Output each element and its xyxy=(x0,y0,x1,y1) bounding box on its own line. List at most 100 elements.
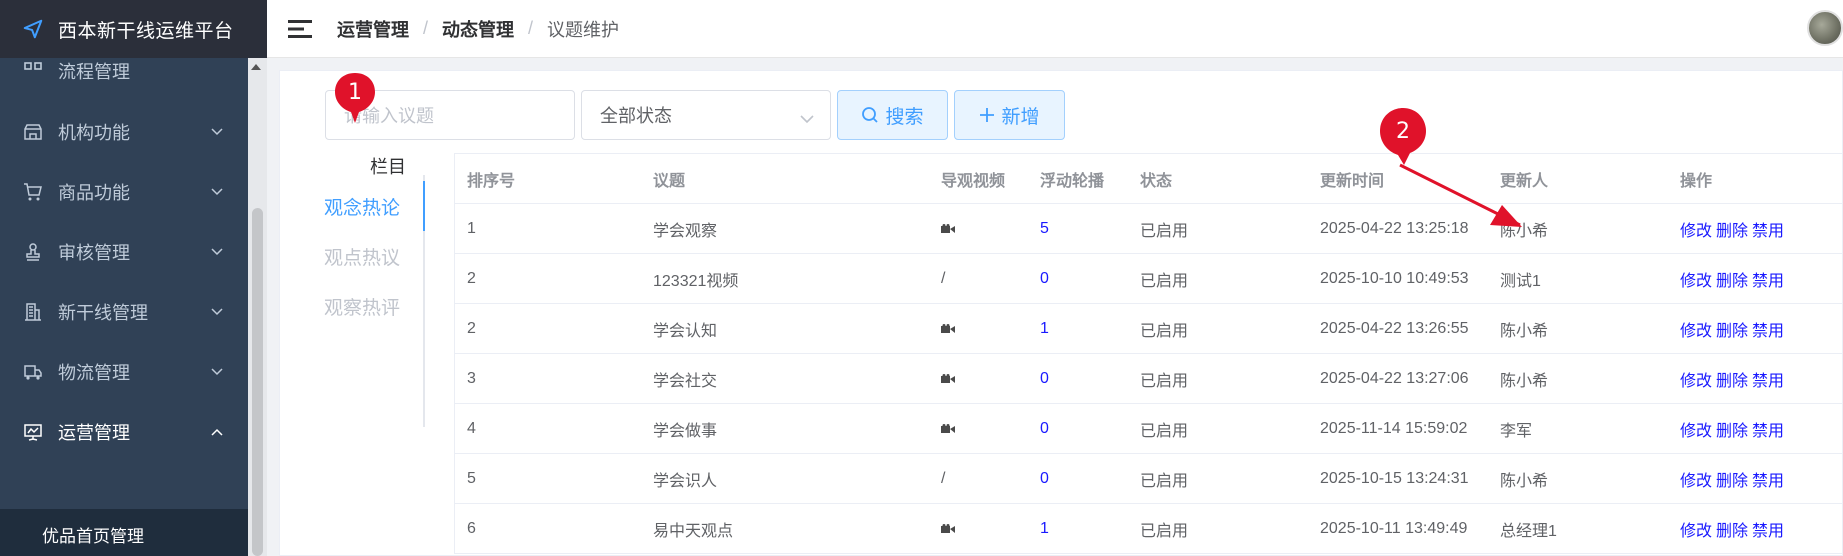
search-button-label: 搜索 xyxy=(885,106,924,128)
sidebar-subitem-label: 优品首页管理 xyxy=(42,526,144,546)
cell-carousel-count[interactable]: 5 xyxy=(1040,204,1049,253)
delete-link[interactable]: 删除 xyxy=(1716,367,1748,391)
column-tab-1[interactable]: 观念热论 xyxy=(280,181,425,231)
hamburger-menu-icon[interactable] xyxy=(287,18,313,40)
cell-order: 1 xyxy=(467,219,476,237)
delete-link[interactable]: 删除 xyxy=(1716,317,1748,341)
cell-status: 已启用 xyxy=(1140,522,1189,540)
sidebar-item-operation[interactable]: 运营管理 xyxy=(0,397,248,467)
video-empty: / xyxy=(941,469,946,487)
cell-video: / xyxy=(941,454,945,503)
cell-topic: 学会做事 xyxy=(653,422,718,440)
truck-icon xyxy=(22,361,44,383)
cell-actions: 修改 删除 禁用 xyxy=(1680,404,1788,453)
delete-link[interactable]: 删除 xyxy=(1716,517,1748,541)
edit-link[interactable]: 修改 xyxy=(1680,317,1712,341)
search-button[interactable]: 搜索 xyxy=(837,90,948,140)
cell-actions: 修改 删除 禁用 xyxy=(1680,504,1788,553)
table-row: 4 学会做事 0 已启用 2025-11-14 15:59:02 李军 修改 删除 禁用 xyxy=(454,404,1843,454)
cell-status: 已启用 xyxy=(1140,372,1189,390)
presentation-icon xyxy=(22,421,44,443)
cell-update-time: 2025-10-11 13:49:49 xyxy=(1320,519,1468,537)
edit-link[interactable]: 修改 xyxy=(1680,417,1712,441)
cell-update-time: 2025-11-14 15:59:02 xyxy=(1320,419,1468,437)
cell-topic: 易中天观点 xyxy=(653,522,734,540)
disable-link[interactable]: 禁用 xyxy=(1752,267,1784,291)
top-header: 运营管理 / 动态管理 / 议题维护 xyxy=(267,0,1843,58)
add-button-label: 新增 xyxy=(1001,106,1040,128)
cell-actions: 修改 删除 禁用 xyxy=(1680,354,1788,403)
status-select[interactable]: 全部状态 xyxy=(581,90,831,140)
chevron-down-icon xyxy=(210,305,224,319)
disable-link[interactable]: 禁用 xyxy=(1752,467,1784,491)
annotation-marker-2: 2 xyxy=(1396,118,1410,144)
cell-status: 已启用 xyxy=(1140,322,1189,340)
column-tab-2[interactable]: 观点热议 xyxy=(280,231,425,281)
edit-link[interactable]: 修改 xyxy=(1680,467,1712,491)
disable-link[interactable]: 禁用 xyxy=(1752,317,1784,341)
cell-carousel-count[interactable]: 0 xyxy=(1040,404,1049,453)
chevron-down-icon xyxy=(210,245,224,259)
cell-carousel-count[interactable]: 0 xyxy=(1040,254,1049,303)
chevron-down-icon xyxy=(210,125,224,139)
column-tab-3[interactable]: 观察热评 xyxy=(280,281,425,331)
disable-link[interactable]: 禁用 xyxy=(1752,367,1784,391)
cell-video xyxy=(941,404,955,453)
add-button[interactable]: 新增 xyxy=(954,90,1065,140)
delete-link[interactable]: 删除 xyxy=(1716,467,1748,491)
building-icon xyxy=(22,301,44,323)
cell-topic: 学会观察 xyxy=(653,222,718,240)
disable-link[interactable]: 禁用 xyxy=(1752,517,1784,541)
cell-actions: 修改 删除 禁用 xyxy=(1680,304,1788,353)
breadcrumb-item[interactable]: 动态管理 xyxy=(442,16,514,42)
status-select-value: 全部状态 xyxy=(600,106,672,126)
breadcrumb-item[interactable]: 运营管理 xyxy=(337,16,409,42)
cell-video xyxy=(941,304,955,353)
cell-carousel-count[interactable]: 0 xyxy=(1040,354,1049,403)
cart-icon xyxy=(22,181,44,203)
edit-link[interactable]: 修改 xyxy=(1680,517,1712,541)
video-camera-icon[interactable] xyxy=(941,223,955,234)
cell-carousel-count[interactable]: 0 xyxy=(1040,454,1049,503)
cell-update-time: 2025-04-22 13:27:06 xyxy=(1320,369,1469,387)
column-nav: 观念热论 观点热议 观察热评 xyxy=(280,175,425,427)
video-camera-icon[interactable] xyxy=(941,523,955,534)
sidebar-subitem-homepage[interactable]: 优品首页管理 xyxy=(0,509,248,556)
table-row: 3 学会社交 0 已启用 2025-04-22 13:27:06 陈小希 修改 删除 禁用 xyxy=(454,354,1843,404)
scrollbar-thumb[interactable] xyxy=(252,208,263,556)
cell-updater: 总经理1 xyxy=(1500,522,1557,540)
breadcrumb: 运营管理 / 动态管理 / 议题维护 xyxy=(337,16,619,42)
annotation-marker-1: 1 xyxy=(332,71,378,123)
cell-updater: 陈小希 xyxy=(1500,322,1549,340)
disable-link[interactable]: 禁用 xyxy=(1752,417,1784,441)
delete-link[interactable]: 删除 xyxy=(1716,417,1748,441)
video-camera-icon[interactable] xyxy=(941,373,955,384)
cell-update-time: 2025-04-22 13:26:55 xyxy=(1320,319,1469,337)
cell-status: 已启用 xyxy=(1140,272,1189,290)
video-camera-icon[interactable] xyxy=(941,323,955,334)
chevron-up-icon xyxy=(210,425,224,439)
scroll-up-arrow-icon[interactable] xyxy=(251,64,261,70)
search-icon xyxy=(861,106,879,124)
sidebar-item-label: 流程管理 xyxy=(58,62,130,82)
cell-topic: 学会认知 xyxy=(653,322,718,340)
table-row: 5 学会识人 / 0 已启用 2025-10-15 13:24:31 陈小希 修改 删除 禁用 xyxy=(454,454,1843,504)
delete-link[interactable]: 删除 xyxy=(1716,217,1748,241)
cell-carousel-count[interactable]: 1 xyxy=(1040,504,1049,553)
cell-carousel-count[interactable]: 1 xyxy=(1040,304,1049,353)
cell-status: 已启用 xyxy=(1140,422,1189,440)
delete-link[interactable]: 删除 xyxy=(1716,267,1748,291)
disable-link[interactable]: 禁用 xyxy=(1752,217,1784,241)
brand: 西本新干线运维平台 xyxy=(0,0,267,58)
sidebar-scrollbar[interactable] xyxy=(248,58,267,556)
main-content: 请输入议题 全部状态 搜索 新增 栏目 观念热论 观点热议 观察热评 排序号 议… xyxy=(279,70,1843,556)
video-camera-icon[interactable] xyxy=(941,423,955,434)
app-title: 西本新干线运维平台 xyxy=(58,20,234,42)
edit-link[interactable]: 修改 xyxy=(1680,367,1712,391)
sidebar-item-label: 商品功能 xyxy=(58,183,130,203)
cell-actions: 修改 删除 禁用 xyxy=(1680,454,1788,503)
cell-order: 4 xyxy=(467,419,476,437)
cell-updater: 李军 xyxy=(1500,422,1533,440)
sidebar-item-label: 物流管理 xyxy=(58,363,130,383)
user-avatar[interactable] xyxy=(1807,10,1843,46)
